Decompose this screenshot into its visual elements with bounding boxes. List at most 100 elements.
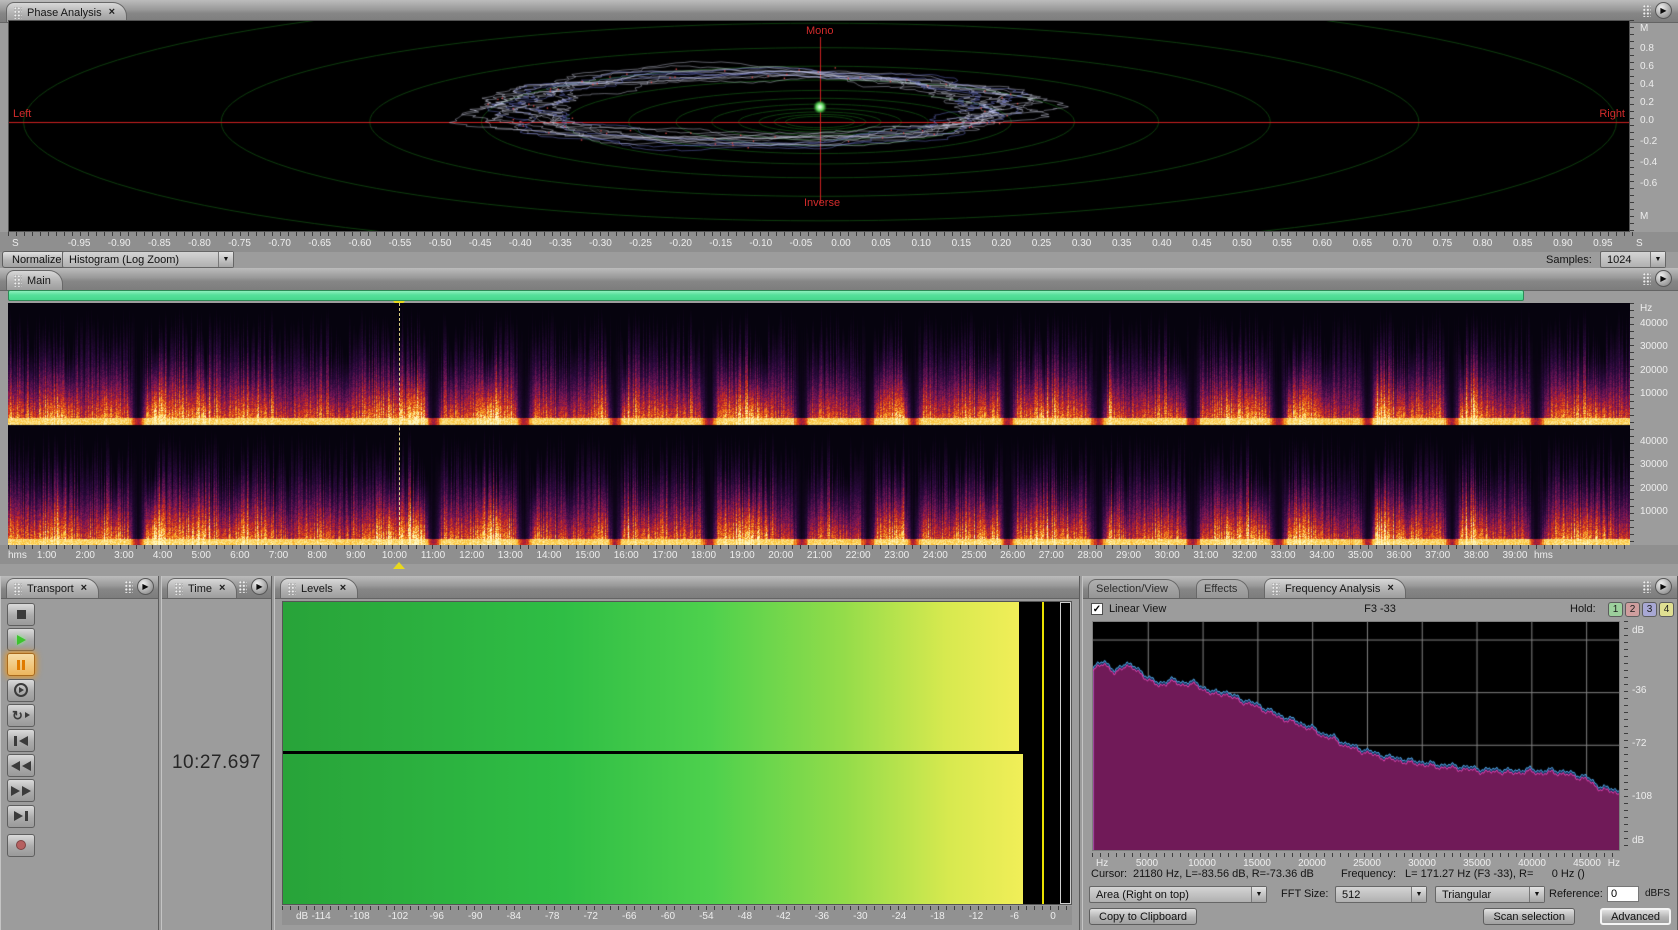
phase-x-tick: 0.00 — [831, 238, 850, 249]
analysis-panel-menu: ▶ — [1643, 578, 1672, 595]
panel-grip-icon[interactable] — [14, 7, 22, 19]
panel-menu-button[interactable]: ▶ — [1655, 578, 1672, 595]
tab-effects[interactable]: Effects — [1196, 579, 1249, 598]
panel-grip-icon[interactable] — [175, 583, 183, 595]
tab-selection-view[interactable]: Selection/View — [1088, 579, 1180, 598]
panel-grip-icon — [1643, 273, 1651, 285]
time-tick: 35:00 — [1348, 550, 1373, 561]
copy-to-clipboard-button[interactable]: Copy to Clipboard — [1089, 908, 1197, 925]
close-icon[interactable]: × — [81, 583, 87, 594]
close-icon[interactable]: × — [1387, 583, 1393, 594]
time-tick: 22:00 — [846, 550, 871, 561]
reference-label: Reference: — [1549, 888, 1603, 900]
phase-x-tick: S — [12, 238, 19, 249]
panel-grip-icon[interactable] — [14, 583, 22, 595]
record-button[interactable] — [7, 834, 35, 857]
panel-menu-button[interactable]: ▶ — [251, 578, 268, 595]
db-tick: -72 — [584, 911, 598, 922]
tab-label: Levels — [301, 583, 333, 595]
play-button[interactable] — [7, 628, 35, 651]
analysis-readout-row: Cursor: 21180 Hz, L=-83.56 dB, R=-73.36 … — [1083, 868, 1677, 882]
db-tick: -90 — [468, 911, 482, 922]
fft-size-select[interactable]: 512 ▼ — [1335, 886, 1427, 903]
time-tick: 33:00 — [1271, 550, 1296, 561]
time-tick: 25:00 — [961, 550, 986, 561]
tab-main[interactable]: Main — [6, 270, 63, 290]
phase-x-tick: -0.65 — [308, 238, 331, 249]
tab-time[interactable]: Time × — [167, 578, 237, 598]
phase-x-tick: -0.50 — [429, 238, 452, 249]
phase-x-tick: -0.15 — [709, 238, 732, 249]
time-ruler[interactable]: hms1:002:003:004:005:006:007:008:009:001… — [0, 545, 1678, 564]
area-mode-select[interactable]: Area (Right on top) ▼ — [1089, 886, 1267, 903]
tab-phase-analysis[interactable]: Phase Analysis × — [6, 2, 127, 22]
panel-grip-icon[interactable] — [288, 583, 296, 595]
phase-x-tick: -0.90 — [108, 238, 131, 249]
dropdown-arrow-icon[interactable]: ▼ — [1650, 252, 1665, 267]
phase-display-mode-select[interactable]: Histogram (Log Zoom) ▼ — [62, 251, 234, 268]
levels-tabbar: Levels × — [275, 576, 1079, 599]
time-tick: 32:00 — [1232, 550, 1257, 561]
dropdown-arrow-icon[interactable]: ▼ — [218, 252, 233, 267]
panel-grip-icon[interactable] — [1272, 583, 1280, 595]
time-tick: 16:00 — [614, 550, 639, 561]
db-tick: -30 — [853, 911, 867, 922]
phase-x-tick: -0.95 — [68, 238, 91, 249]
tab-transport[interactable]: Transport × — [6, 578, 99, 598]
tab-levels[interactable]: Levels × — [280, 578, 358, 598]
close-icon[interactable]: × — [109, 7, 115, 18]
close-icon[interactable]: × — [340, 583, 346, 594]
playhead-marker-bottom-icon[interactable] — [393, 562, 405, 569]
dropdown-arrow-icon[interactable]: ▼ — [1251, 887, 1266, 902]
hold-3-button[interactable]: 3 — [1642, 602, 1657, 617]
phase-y-scale: M0.80.60.40.20.0-0.2-0.4-0.6M — [1630, 20, 1678, 232]
loop-play-button[interactable]: ↻ — [7, 704, 35, 727]
analysis-controls-row: Area (Right on top) ▼ FFT Size: 512 ▼ Tr… — [1083, 886, 1677, 904]
horizontal-range-scrollbar[interactable] — [8, 290, 1524, 301]
pause-button[interactable] — [7, 653, 35, 676]
panel-grip-icon — [1643, 581, 1651, 593]
hz-tick: 20000 — [1640, 365, 1668, 376]
hold-2-button[interactable]: 2 — [1625, 602, 1640, 617]
reference-input[interactable] — [1607, 886, 1639, 902]
go-to-start-button[interactable] — [7, 729, 35, 752]
dropdown-arrow-icon[interactable]: ▼ — [1411, 887, 1426, 902]
window-type-select[interactable]: Triangular ▼ — [1435, 886, 1545, 903]
linear-view-checkbox[interactable]: ✓ — [1091, 603, 1103, 615]
spectrogram-canvas[interactable] — [8, 303, 1630, 545]
scan-selection-button[interactable]: Scan selection — [1483, 908, 1575, 925]
dropdown-arrow-icon[interactable]: ▼ — [1529, 887, 1544, 902]
hold-4-button[interactable]: 4 — [1659, 602, 1674, 617]
hold-1-button[interactable]: 1 — [1608, 602, 1623, 617]
hz-tick: 40000 — [1640, 436, 1668, 447]
fast-forward-button[interactable] — [7, 779, 35, 802]
play-from-cursor-button[interactable] — [7, 679, 35, 702]
panel-menu-button[interactable]: ▶ — [137, 578, 154, 595]
panel-menu-button[interactable]: ▶ — [1655, 270, 1672, 287]
time-tick: 8:00 — [307, 550, 326, 561]
phase-y-tick: 0.0 — [1640, 115, 1654, 126]
phase-analysis-panel: Phase Analysis × ▶ Mono Inverse Left Rig… — [0, 0, 1678, 268]
playhead-line[interactable] — [399, 303, 400, 545]
panel-menu-button[interactable]: ▶ — [1655, 2, 1672, 19]
frequency-graph[interactable] — [1092, 621, 1620, 851]
levels-panel: Levels × dB-114-108-102-96-90-84-78-72-6… — [274, 576, 1080, 930]
panel-grip-icon[interactable] — [14, 275, 22, 287]
db-tick: -84 — [506, 911, 520, 922]
rewind-button[interactable] — [7, 754, 35, 777]
samples-select[interactable]: 1024 ▼ — [1600, 251, 1666, 268]
advanced-button[interactable]: Advanced — [1600, 908, 1671, 925]
stop-button[interactable] — [7, 603, 35, 626]
time-panel-menu: ▶ — [239, 578, 268, 595]
db-tick: -6 — [1010, 911, 1019, 922]
time-tick: 7:00 — [269, 550, 288, 561]
phase-x-tick: 0.20 — [992, 238, 1011, 249]
clip-indicator — [1060, 602, 1071, 904]
frequency-label: Frequency: — [1341, 868, 1396, 880]
go-to-end-button[interactable] — [7, 805, 35, 828]
close-icon[interactable]: × — [219, 583, 225, 594]
phase-x-tick: -0.70 — [268, 238, 291, 249]
phase-x-tick: 0.75 — [1433, 238, 1452, 249]
fft-size-label: FFT Size: — [1281, 888, 1328, 900]
tab-frequency-analysis[interactable]: Frequency Analysis × — [1264, 578, 1406, 598]
